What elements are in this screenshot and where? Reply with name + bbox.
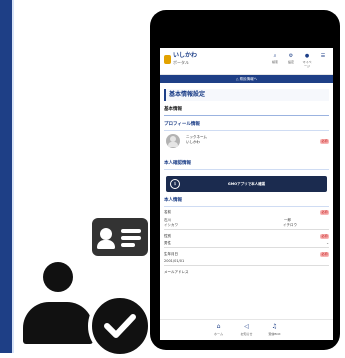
id-card-icon [92, 218, 148, 256]
chevron-down-icon: ⌄ [326, 241, 329, 245]
section-basic-info: 基本情報 [164, 107, 329, 116]
left-accent-bar [0, 0, 14, 353]
app-header: いしかわ ポータル ⌕ 検索 ⚙ 設定 ● マイページ ☰ [160, 48, 333, 75]
user-icon: ● [304, 53, 310, 59]
bell-icon: ♫ [271, 323, 278, 330]
nav-home[interactable]: ⌂ ホーム [210, 320, 228, 340]
section-profile: プロフィール情報 [164, 122, 329, 131]
section-personal-info: 本人情報 [164, 198, 329, 207]
birthdate-field-row[interactable]: 生年月日 必須 2001/01/01 [164, 252, 329, 264]
verify-button-label: GMOアプリで本人確認 [227, 182, 266, 186]
birthdate-label: 生年月日 [164, 252, 178, 256]
left-accent-edge [12, 0, 14, 353]
menu-button[interactable]: ☰ [317, 53, 329, 68]
divider [164, 265, 329, 266]
bottom-navigation: ⌂ ホーム ◁ お知らせ ♫ 受信BOX [160, 319, 333, 340]
page-title: 基本情報設定 [164, 89, 329, 101]
gender-value: 男性 [164, 241, 171, 245]
first-name-kana-value: イチロウ [283, 223, 297, 227]
search-button[interactable]: ⌕ 検索 [269, 53, 281, 68]
required-badge: 必須 [320, 139, 329, 144]
mypage-button[interactable]: ● マイページ [301, 53, 313, 68]
settings-button[interactable]: ⚙ 設定 [285, 53, 297, 68]
profile-kana: いしかわ [186, 140, 200, 144]
email-label: メールアドレス [164, 270, 189, 274]
required-badge: 必須 [320, 210, 329, 215]
name-field-row[interactable]: 名前 必須 石川 一郎 イシカワ イチロウ [164, 210, 329, 228]
checkmark-icon [88, 294, 152, 358]
name-label: 名前 [164, 210, 171, 214]
breadcrumb[interactable]: △ 県民情報へ [160, 75, 333, 83]
last-name-kana-value: イシカワ [164, 223, 178, 227]
divider [164, 247, 329, 248]
app-logo[interactable]: いしかわ [173, 53, 197, 59]
gender-field-row[interactable]: 性別 必須 男性 ⌄ [164, 234, 329, 246]
required-badge: 必須 [320, 252, 329, 257]
divider [164, 229, 329, 230]
nav-news[interactable]: ◁ お知らせ [238, 320, 256, 340]
required-badge: 必須 [320, 234, 329, 239]
identity-illustration [18, 206, 152, 358]
email-field-row[interactable]: メールアドレス [164, 270, 329, 275]
birthdate-value: 2001/01/01 [164, 259, 185, 263]
header-actions: ⌕ 検索 ⚙ 設定 ● マイページ ☰ [269, 53, 329, 68]
profile-row[interactable]: ニックネーム いしかわ 必須 [164, 131, 329, 155]
home-icon: ⌂ [216, 323, 221, 330]
gear-icon: ⚙ [288, 53, 294, 59]
gender-label: 性別 [164, 234, 171, 238]
user-icon [23, 262, 93, 347]
verify-identity-button[interactable]: $ GMOアプリで本人確認 [166, 176, 327, 192]
search-icon: ⌕ [273, 53, 277, 59]
nav-inbox[interactable]: ♫ 受信BOX [266, 320, 284, 340]
app-logo-sub: ポータル [173, 60, 189, 65]
megaphone-icon: ◁ [244, 323, 249, 330]
logo-icon [164, 55, 171, 64]
avatar [166, 134, 180, 148]
menu-icon: ☰ [320, 53, 326, 59]
section-verification: 本人確認情報 [164, 161, 329, 170]
smartphone-mockup: いしかわ ポータル ⌕ 検索 ⚙ 設定 ● マイページ ☰ △ 県民情報へ 基本情報設… [150, 10, 340, 350]
phone-screen: いしかわ ポータル ⌕ 検索 ⚙ 設定 ● マイページ ☰ △ 県民情報へ 基本情報設… [160, 48, 333, 340]
